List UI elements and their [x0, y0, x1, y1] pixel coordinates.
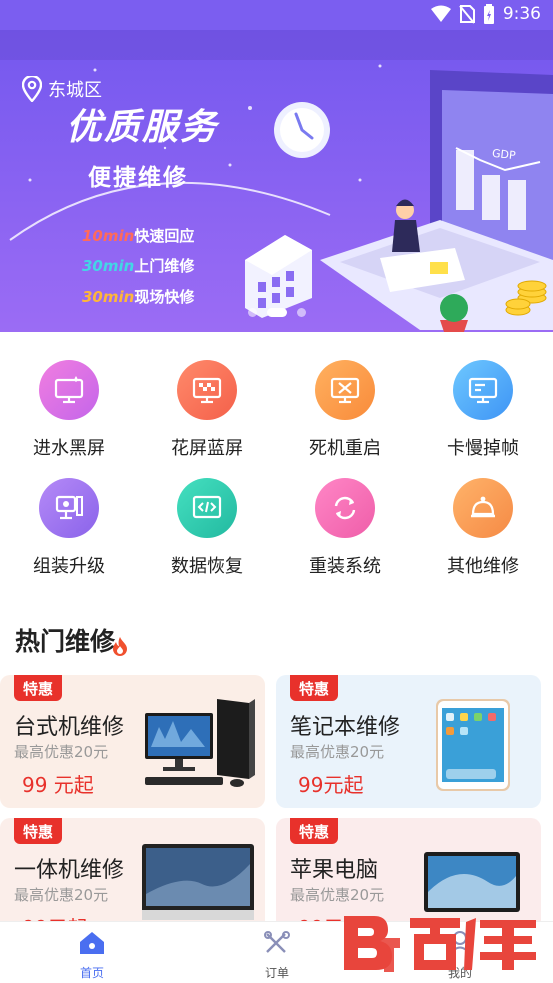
banner-dot[interactable]: [248, 308, 257, 317]
fire-icon: [113, 637, 127, 656]
wifi-icon: [430, 5, 451, 22]
service-label: 其他维修: [447, 556, 519, 577]
hot-card-laptop[interactable]: 特惠 笔记本维修 最高优惠20元 99元起: [276, 675, 541, 808]
banner-headline: 优质服务: [66, 107, 219, 148]
service-label: 组装升级: [33, 556, 105, 577]
banner-feature-1: 10min快速回应: [82, 227, 195, 245]
data-recovery-icon: [177, 478, 237, 538]
reinstall-icon: [315, 478, 375, 538]
card-subtitle: 最高优惠20元: [290, 886, 385, 904]
service-label: 重装系统: [309, 556, 381, 577]
baijia-watermark-logo: [344, 916, 536, 972]
service-item-assemble-upgrade[interactable]: 组装升级: [0, 478, 138, 578]
discount-badge: 特惠: [14, 818, 62, 844]
card-subtitle: 最高优惠20元: [14, 886, 109, 904]
banner-feature-3: 30min现场快修: [82, 288, 195, 306]
banner-feature-2: 30min上门维修: [82, 257, 195, 275]
service-item-water-damage[interactable]: 进水黑屏: [0, 360, 138, 460]
monitor-water-icon: [39, 360, 99, 420]
service-label: 死机重启: [309, 438, 381, 459]
banner-dot-active[interactable]: [267, 308, 287, 317]
hot-repair-title: 热门维修: [15, 627, 116, 656]
tab-order[interactable]: 订单: [237, 930, 317, 981]
hot-card-desktop[interactable]: 特惠 台式机维修 最高优惠20元 99 元起: [0, 675, 265, 808]
all-in-one-computer-icon: [142, 844, 254, 920]
discount-badge: 特惠: [290, 675, 338, 701]
battery-icon: [483, 4, 494, 24]
card-title: 一体机维修: [14, 858, 125, 883]
monitor-lag-icon: [453, 360, 513, 420]
card-price: 99元起: [298, 773, 364, 797]
service-item-other-repair[interactable]: 其他维修: [414, 478, 552, 578]
status-bar: 9:36: [0, 0, 553, 30]
service-item-blue-screen[interactable]: 花屏蓝屏: [138, 360, 276, 460]
tab-order-label: 订单: [264, 966, 289, 980]
home-icon: [80, 932, 104, 954]
chart-label: GDP: [491, 146, 517, 163]
monitor-glitch-icon: [177, 360, 237, 420]
service-label: 进水黑屏: [33, 438, 105, 459]
card-price: 99 元起: [22, 773, 94, 797]
tab-home[interactable]: 首页: [52, 930, 132, 981]
assemble-icon: [39, 478, 99, 538]
banner-subheadline: 便捷维修: [88, 165, 188, 191]
discount-badge: 特惠: [290, 818, 338, 844]
card-title: 台式机维修: [14, 715, 125, 740]
service-item-crash-restart[interactable]: 死机重启: [276, 360, 414, 460]
card-title: 笔记本维修: [290, 715, 401, 740]
banner-pagination[interactable]: [248, 308, 306, 317]
tools-icon: [264, 931, 290, 953]
service-item-data-recovery[interactable]: 数据恢复: [138, 478, 276, 578]
location-pin-icon: [22, 76, 42, 102]
tablet-device-icon: [436, 699, 510, 791]
service-label: 数据恢复: [171, 556, 243, 577]
service-item-reinstall-system[interactable]: 重装系统: [276, 478, 414, 578]
promo-banner[interactable]: 东城区 优质服务 便捷维修 10min快速回应 30min上门维修 30min现…: [0, 30, 553, 332]
other-repair-icon: [453, 478, 513, 538]
status-time: 9:36: [502, 4, 541, 24]
card-subtitle: 最高优惠20元: [14, 743, 109, 761]
tab-home-label: 首页: [79, 966, 104, 980]
card-subtitle: 最高优惠20元: [290, 743, 385, 761]
card-title: 苹果电脑: [290, 858, 379, 883]
service-label: 卡慢掉帧: [447, 438, 519, 459]
service-item-lag[interactable]: 卡慢掉帧: [414, 360, 552, 460]
service-label: 花屏蓝屏: [171, 438, 243, 459]
no-sim-icon: [459, 5, 475, 24]
discount-badge: 特惠: [14, 675, 62, 701]
desktop-computer-icon: [145, 699, 255, 787]
monitor-frozen-icon: [315, 360, 375, 420]
banner-dot[interactable]: [297, 308, 306, 317]
